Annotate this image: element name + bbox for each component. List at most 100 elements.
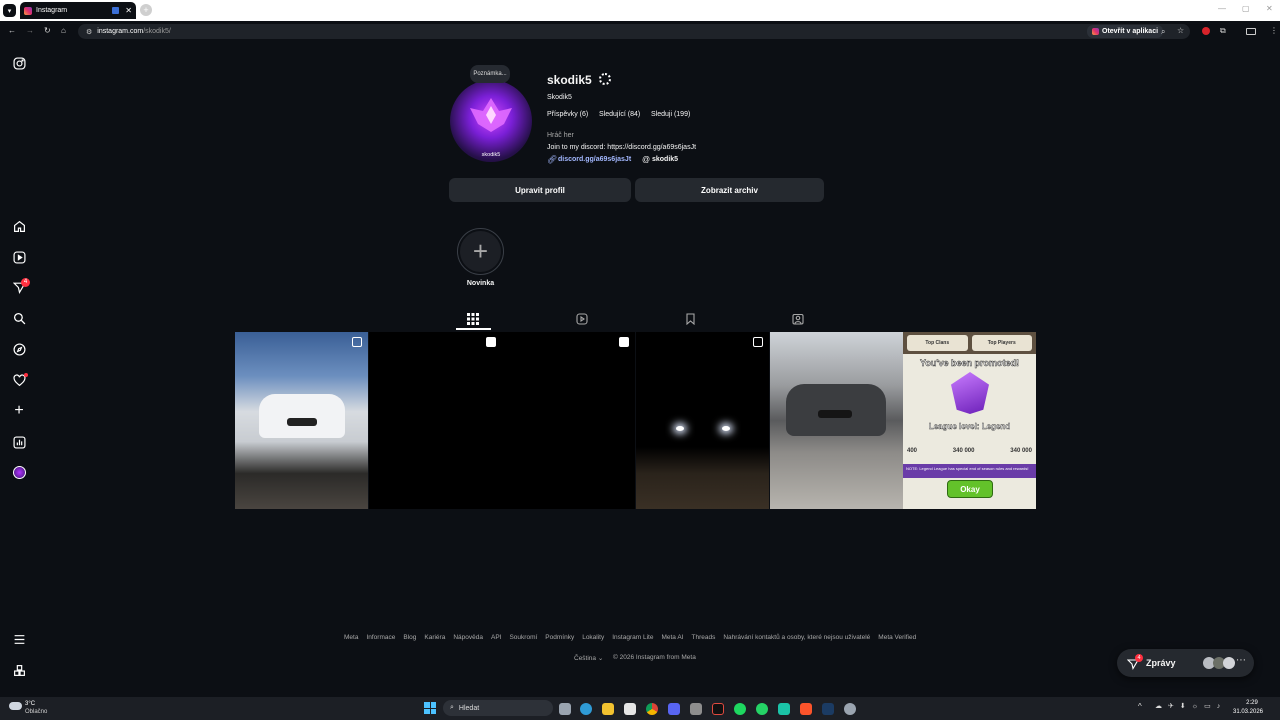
coc-okay-button: Okay [947,480,993,498]
tab-saved-icon[interactable] [685,312,696,330]
browser-menu-icon[interactable]: ⋮ [1270,26,1278,35]
reels-nav-icon[interactable] [12,250,26,264]
settings-icon[interactable] [844,703,856,715]
new-tab-button[interactable]: + [140,4,152,16]
store-icon[interactable] [624,703,636,715]
profile-avatar[interactable]: skodik5 [450,80,532,162]
explore-nav-icon[interactable] [12,342,26,356]
footer-link[interactable]: Soukromí [509,634,537,641]
chrome-icon[interactable] [646,703,658,715]
file-explorer-icon[interactable] [602,703,614,715]
footer-link[interactable]: Kariéra [424,634,445,641]
car-grille [287,418,317,426]
messages-badge: 4 [21,278,30,287]
posts-count[interactable]: Příspěvky (6) [547,111,588,118]
back-icon[interactable]: ← [8,26,16,35]
window-close-icon[interactable]: ✕ [1266,4,1273,13]
tray-icons[interactable]: ☁✈⬇☼▭♪ [1155,702,1226,710]
dashboard-nav-icon[interactable] [12,435,26,449]
zoom-icon[interactable]: ⌕ [1161,27,1165,37]
create-nav-icon[interactable]: + [12,402,26,419]
task-view-icon[interactable] [559,703,571,715]
weather-temp[interactable]: 3°C [25,701,35,707]
spotify-icon[interactable] [734,703,746,715]
edit-profile-button[interactable]: Upravit profil [449,178,631,202]
bookmark-star-icon[interactable]: ☆ [1177,26,1184,35]
footer-link[interactable]: API [491,634,501,641]
threads-icon[interactable]: @ [642,155,650,164]
post-tile-6[interactable]: Top Clans Top Players You've been promot… [903,332,1036,509]
plus-icon: + [460,231,501,272]
home-nav-icon[interactable] [12,219,26,233]
more-menu-icon[interactable] [12,632,26,646]
also-from-meta-icon[interactable] [12,663,26,677]
footer-link[interactable]: Meta Verified [878,634,916,641]
post-tile-5[interactable] [770,332,903,509]
instagram-favicon-icon [24,6,32,15]
sidebar-toggle-icon[interactable] [1246,28,1256,35]
reload-icon[interactable]: ↻ [44,26,51,35]
taskbar-search-field[interactable]: ⌕ Hledat [443,700,553,716]
post-tile-2[interactable] [369,332,502,509]
search-nav-icon[interactable] [12,311,26,325]
tab-close-icon[interactable]: ✕ [125,6,132,15]
discord-app-icon[interactable] [668,703,680,715]
forward-icon[interactable]: → [26,26,34,35]
reel-icon [486,337,496,347]
post-tile-1[interactable] [235,332,368,509]
footer-link[interactable]: Threads [691,634,715,641]
profile-link[interactable]: discord.gg/a69s6jasJt [558,156,631,163]
footer-link[interactable]: Instagram Lite [612,634,653,641]
footer-link[interactable]: Lokality [582,634,604,641]
tab-posts-grid-icon[interactable] [467,312,479,325]
footer-link[interactable]: Meta AI [661,634,683,641]
settings-gear-icon[interactable] [599,73,611,85]
carousel-icon [753,337,763,347]
steam-icon[interactable] [822,703,834,715]
tab-shield-icon [112,7,120,14]
footer-link[interactable]: Nápověda [453,634,483,641]
editor-app-icon[interactable] [690,703,702,715]
edge-icon[interactable] [580,703,592,715]
tab-instagram[interactable]: Instagram ✕ [20,2,136,19]
extension-red-icon[interactable] [1202,27,1210,35]
minimize-icon[interactable]: — [1218,4,1226,13]
messages-floating-button[interactable]: 4 Zprávy ⋯ [1117,649,1254,677]
tab-tagged-icon[interactable] [792,312,804,330]
active-app-icon[interactable] [778,703,790,715]
windows-start-icon[interactable] [424,702,436,714]
brave-icon[interactable] [800,703,812,715]
instagram-logo-icon[interactable] [12,56,26,70]
tray-overflow-icon[interactable]: ^ [1138,702,1142,711]
url-field[interactable]: ⚙ instagram.com /skodik5/ [78,24,1190,39]
clock-time[interactable]: 2:29 [1236,700,1268,706]
footer-link[interactable]: Meta [344,634,358,641]
weather-desc[interactable]: Oblačno [25,709,47,715]
extensions-icon[interactable]: ⧉ [1220,26,1226,36]
home-icon[interactable]: ⌂ [61,26,66,35]
clock-date[interactable]: 31.03.2026 [1228,709,1268,715]
footer-link[interactable]: Podmínky [545,634,574,641]
following-count[interactable]: Sleduji (199) [651,111,690,118]
language-select[interactable]: Čeština ⌄ [574,654,603,662]
new-highlight-button[interactable]: + [457,228,504,275]
profile-nav-avatar[interactable] [12,465,26,479]
coc-title: You've been promoted! [920,358,1019,369]
capcut-icon[interactable] [712,703,724,715]
followers-count[interactable]: Sledující (84) [599,111,640,118]
site-info-icon[interactable]: ⚙ [86,28,92,36]
view-archive-button[interactable]: Zobrazit archiv [635,178,824,202]
tab-reels-icon[interactable] [576,312,588,330]
post-tile-4[interactable] [636,332,769,509]
footer-link[interactable]: Blog [403,634,416,641]
open-in-app-button[interactable]: Otevřít v aplikaci [1087,25,1164,38]
footer-link[interactable]: Nahrávání kontaktů a osoby, které nejsou… [723,634,870,641]
threads-handle[interactable]: skodik5 [652,156,678,163]
coc-value: 340 000 [952,448,975,454]
whatsapp-icon[interactable] [756,703,768,715]
footer-link[interactable]: Informace [366,634,395,641]
post-tile-3[interactable] [502,332,635,509]
maximize-icon[interactable]: ▢ [1242,4,1250,13]
profile-note-bubble[interactable]: Poznámka... [470,65,510,83]
tab-menu-button[interactable]: ▾ [3,4,16,17]
